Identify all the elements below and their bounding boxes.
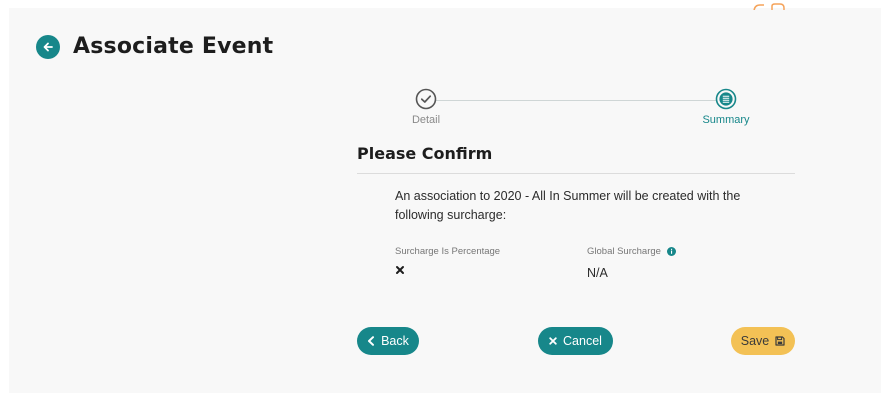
stepper: Detail Summary (396, 88, 756, 128)
corner-decoration (748, 0, 792, 10)
surcharge-pct-label: Surcharge Is Percentage (395, 246, 501, 257)
page-header: Associate Event (36, 34, 273, 59)
global-surcharge-label-wrap: Global Surcharge (587, 246, 676, 257)
close-icon (549, 337, 557, 345)
cancel-button[interactable]: Cancel (538, 327, 613, 355)
back-nav-button[interactable] (36, 34, 60, 59)
stepper-line (436, 100, 716, 101)
step-summary[interactable]: Summary (696, 88, 756, 126)
back-button-label: Back (381, 334, 409, 348)
info-icon[interactable] (666, 247, 676, 256)
confirm-message: An association to 2020 - All In Summer w… (395, 189, 741, 222)
save-button[interactable]: Save (731, 327, 795, 355)
step-summary-label: Summary (702, 114, 750, 126)
step-detail[interactable]: Detail (396, 88, 456, 126)
page-title: Associate Event (73, 34, 274, 59)
divider (357, 173, 795, 174)
back-button[interactable]: Back (357, 327, 419, 355)
chevron-left-icon (367, 336, 375, 346)
x-icon (396, 266, 404, 274)
cancel-button-label: Cancel (563, 334, 602, 348)
global-surcharge-label: Global Surcharge (587, 246, 661, 257)
floppy-disk-icon (775, 336, 785, 346)
check-circle-icon (415, 88, 437, 110)
save-button-label: Save (740, 334, 770, 348)
confirm-title: Please Confirm (357, 144, 493, 163)
global-surcharge-value: N/A (587, 266, 608, 280)
arrow-left-icon (43, 42, 53, 51)
list-circle-icon (715, 88, 737, 110)
step-detail-label: Detail (411, 114, 441, 126)
